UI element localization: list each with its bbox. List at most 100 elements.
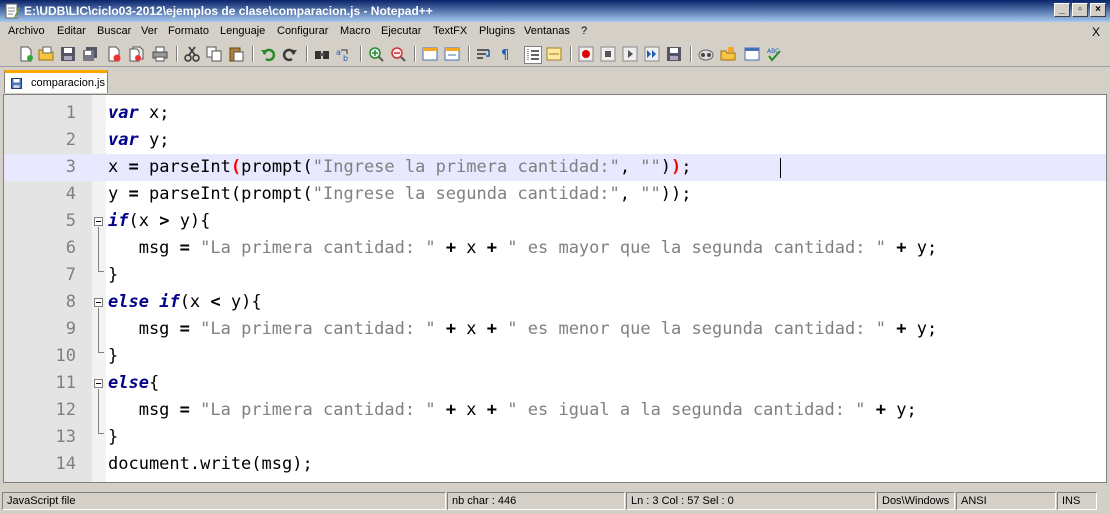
menu-plugins[interactable]: Plugins: [479, 25, 515, 37]
status-char-count: nb char : 446: [447, 492, 625, 510]
close-document-button[interactable]: X: [1092, 25, 1100, 39]
code-line: 6 msg = "La primera cantidad: " + x + " …: [4, 235, 1106, 262]
paste-icon[interactable]: [228, 46, 244, 62]
menu-ejecutar[interactable]: Ejecutar: [381, 25, 421, 37]
svg-text:b: b: [343, 54, 348, 62]
line-number: 2: [65, 130, 76, 150]
new-file-icon[interactable]: [18, 46, 34, 62]
toolbar-separator: [414, 46, 416, 62]
toolbar-separator: [690, 46, 692, 62]
restore-button[interactable]: ▫: [1072, 3, 1088, 17]
toolbar-separator: [252, 46, 254, 62]
code-text[interactable]: else if(x < y){: [108, 289, 262, 316]
fold-guide: [98, 308, 99, 353]
tab-label: comparacion.js: [31, 77, 105, 89]
menu-ventanas[interactable]: Ventanas: [524, 25, 570, 37]
line-number: 4: [65, 184, 76, 204]
line-number: 6: [65, 238, 76, 258]
line-number: 10: [55, 346, 76, 366]
menu-configurar[interactable]: Configurar: [277, 25, 328, 37]
fold-guide-end: [98, 352, 104, 353]
toolbar-separator: [306, 46, 308, 62]
save-macro-icon[interactable]: [666, 46, 682, 62]
tab-strip: comparacion.js: [0, 68, 1110, 94]
status-insert-mode: INS: [1057, 492, 1097, 510]
open-folder-icon[interactable]: [720, 46, 736, 62]
replace-icon[interactable]: ab: [336, 46, 352, 62]
close-button[interactable]: ×: [1090, 3, 1106, 17]
code-text[interactable]: else{: [108, 370, 159, 397]
code-text[interactable]: var x;: [108, 100, 169, 127]
code-text[interactable]: }: [108, 424, 118, 451]
record-macro-icon[interactable]: [578, 46, 594, 62]
code-editor[interactable]: 1 var x; 2 var y; 3 x = parseInt(prompt(…: [3, 94, 1107, 483]
play-macro-icon[interactable]: [622, 46, 638, 62]
code-text[interactable]: var y;: [108, 127, 169, 154]
status-cursor-position: Ln : 3 Col : 57 Sel : 0: [626, 492, 876, 510]
menu-archivo[interactable]: Archivo: [8, 25, 45, 37]
code-text[interactable]: }: [108, 343, 118, 370]
code-line: 7 }: [4, 262, 1106, 289]
fold-toggle-icon[interactable]: [94, 298, 103, 307]
fold-guide: [98, 227, 99, 272]
cut-icon[interactable]: [184, 46, 200, 62]
menu-buscar[interactable]: Buscar: [97, 25, 131, 37]
stop-macro-icon[interactable]: [600, 46, 616, 62]
menu-macro[interactable]: Macro: [340, 25, 371, 37]
fold-toggle-icon[interactable]: [94, 217, 103, 226]
spellcheck-icon[interactable]: ABC: [766, 46, 782, 62]
fold-guide-end: [98, 433, 104, 434]
print-icon[interactable]: [152, 46, 168, 62]
close-all-icon[interactable]: [128, 46, 144, 62]
save-all-icon[interactable]: [82, 46, 98, 62]
code-text[interactable]: y = parseInt(prompt("Ingrese la segunda …: [108, 181, 691, 208]
show-all-chars-icon[interactable]: ¶: [498, 46, 514, 62]
toolbar-separator: [570, 46, 572, 62]
menu-bar: Archivo Editar Buscar Ver Formato Lengua…: [0, 22, 1110, 42]
save-icon[interactable]: [60, 46, 76, 62]
undo-icon[interactable]: [260, 46, 276, 62]
line-number: 1: [65, 103, 76, 123]
menu-formato[interactable]: Formato: [168, 25, 209, 37]
indent-guide-icon[interactable]: [524, 46, 542, 64]
window-title: E:\UDB\LIC\ciclo03-2012\ejemplos de clas…: [24, 4, 433, 18]
menu-textfx[interactable]: TextFX: [433, 25, 467, 37]
text-caret: [780, 158, 781, 178]
fold-toggle-icon[interactable]: [94, 379, 103, 388]
code-text[interactable]: msg = "La primera cantidad: " + x + " es…: [108, 235, 938, 262]
saved-file-icon: [11, 78, 22, 89]
sync-v-icon[interactable]: [422, 46, 438, 62]
tab-comparacion-js[interactable]: comparacion.js: [4, 70, 108, 93]
code-line: 12 msg = "La primera cantidad: " + x + "…: [4, 397, 1106, 424]
code-text[interactable]: document.write(msg);: [108, 451, 323, 478]
toolbar-separator: [176, 46, 178, 62]
line-number: 11: [55, 373, 76, 393]
copy-icon[interactable]: [206, 46, 222, 62]
run-macro-multiple-icon[interactable]: [644, 46, 660, 62]
menu-help[interactable]: ?: [581, 25, 587, 37]
menu-lenguaje[interactable]: Lenguaje: [220, 25, 265, 37]
sync-h-icon[interactable]: [444, 46, 460, 62]
zoom-out-icon[interactable]: [390, 46, 406, 62]
find-icon[interactable]: [314, 46, 330, 62]
code-line: 5 if(x > y){: [4, 208, 1106, 235]
code-line: 13 }: [4, 424, 1106, 451]
zoom-in-icon[interactable]: [368, 46, 384, 62]
fold-guide-end: [98, 271, 104, 272]
code-text[interactable]: }: [108, 262, 118, 289]
code-text[interactable]: msg = "La primera cantidad: " + x + " es…: [108, 397, 917, 424]
menu-editar[interactable]: Editar: [57, 25, 86, 37]
word-wrap-icon[interactable]: [476, 46, 492, 62]
launch-browser-icon[interactable]: [698, 46, 714, 62]
code-text[interactable]: x = parseInt(prompt("Ingrese la primera …: [108, 154, 692, 181]
console-icon[interactable]: [744, 46, 760, 62]
open-file-icon[interactable]: [38, 46, 54, 62]
close-icon[interactable]: [106, 46, 122, 62]
code-text[interactable]: if(x > y){: [108, 208, 210, 235]
minimize-button[interactable]: _: [1054, 3, 1070, 17]
menu-ver[interactable]: Ver: [141, 25, 158, 37]
status-eol-format: Dos\Windows: [877, 492, 955, 510]
redo-icon[interactable]: [282, 46, 298, 62]
user-lang-icon[interactable]: [546, 46, 562, 62]
code-text[interactable]: msg = "La primera cantidad: " + x + " es…: [108, 316, 938, 343]
